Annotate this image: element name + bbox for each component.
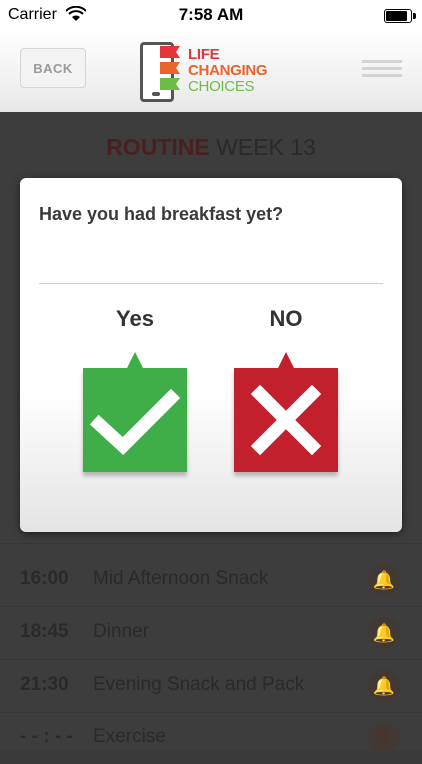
row-time: - - : - - bbox=[20, 726, 73, 747]
dialog-divider bbox=[39, 283, 383, 284]
logo-line-1: LIFE bbox=[188, 46, 220, 63]
row-name: Mid Afternoon Snack bbox=[93, 568, 269, 589]
question-icon[interactable]: ? bbox=[368, 722, 400, 754]
no-button[interactable] bbox=[234, 352, 338, 472]
logo-line-2: CHANGING bbox=[188, 62, 268, 79]
clock: 7:58 AM bbox=[178, 5, 244, 24]
yes-label: Yes bbox=[116, 306, 154, 331]
routine-row[interactable]: - - : - - Exercise ? bbox=[0, 712, 422, 764]
status-bar: Carrier 7:58 AM bbox=[0, 0, 422, 30]
back-button[interactable]: BACK bbox=[20, 48, 86, 88]
routine-row[interactable]: 18:45 Dinner 🔔 bbox=[0, 607, 422, 659]
app-logo: LIFE CHANGING CHOICES bbox=[138, 42, 288, 102]
row-name: Evening Snack and Pack bbox=[93, 674, 305, 695]
dialog-question: Have you had breakfast yet? bbox=[39, 204, 284, 224]
bell-icon[interactable]: 🔔 bbox=[368, 670, 400, 702]
app-header: BACK LIFE CHANGING CHOICES bbox=[0, 30, 422, 112]
page-title-bold: ROUTINE bbox=[106, 134, 210, 160]
yes-button[interactable] bbox=[83, 352, 187, 472]
row-name: Exercise bbox=[93, 726, 166, 747]
bell-icon[interactable]: 🔔 bbox=[368, 564, 400, 596]
close-icon bbox=[250, 384, 322, 456]
row-name: Dinner bbox=[93, 621, 149, 642]
runner-flag-icon bbox=[160, 62, 180, 74]
no-label: NO bbox=[269, 306, 303, 331]
divider bbox=[0, 543, 422, 544]
page-title-rest: WEEK 13 bbox=[209, 134, 316, 160]
breakfast-dialog: Have you had breakfast yet? Yes NO bbox=[20, 178, 402, 532]
menu-icon[interactable] bbox=[362, 60, 402, 78]
checkmark-icon bbox=[89, 388, 181, 455]
page-title: ROUTINE WEEK 13 bbox=[0, 134, 422, 161]
check-flag-icon bbox=[160, 78, 180, 90]
bell-icon[interactable]: 🔔 bbox=[368, 617, 400, 649]
row-time: 16:00 bbox=[20, 568, 69, 589]
logo-line-3: CHOICES bbox=[188, 78, 255, 95]
row-time: 21:30 bbox=[20, 674, 69, 695]
heart-flag-icon bbox=[160, 46, 180, 58]
routine-row[interactable]: 16:00 Mid Afternoon Snack 🔔 bbox=[0, 554, 422, 606]
battery-icon bbox=[384, 9, 416, 23]
row-time: 18:45 bbox=[20, 621, 69, 642]
routine-row[interactable]: 21:30 Evening Snack and Pack 🔔 bbox=[0, 660, 422, 712]
